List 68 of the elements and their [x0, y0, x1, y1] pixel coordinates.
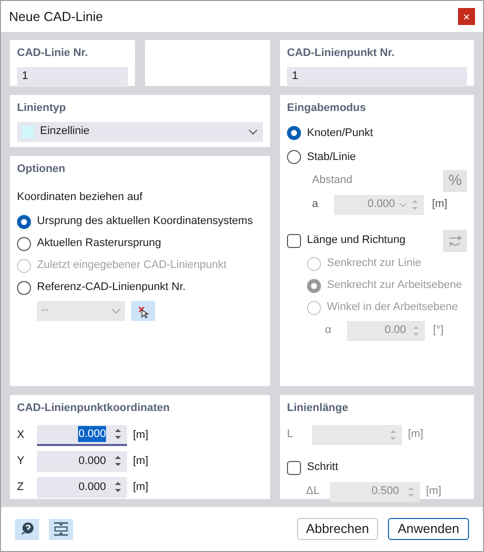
radio-label: Senkrecht zur Arbeitsebene — [327, 278, 462, 294]
split-icon — [53, 521, 69, 537]
pick-point-button[interactable] — [131, 300, 155, 320]
chevron-down-icon — [248, 128, 258, 134]
variable-label: α — [325, 323, 332, 338]
number-field[interactable]: 1 — [17, 66, 128, 86]
distance-label: Abstand — [312, 173, 352, 188]
panel-title: CAD-Linie Nr. — [17, 46, 89, 61]
unit-label: [m] — [133, 480, 148, 495]
unit-label: [m] — [432, 197, 448, 212]
help-button[interactable] — [15, 518, 39, 540]
spin-arrows-icon[interactable] — [114, 480, 122, 494]
chevron-down-icon — [399, 202, 407, 208]
direction-button[interactable] — [443, 230, 467, 252]
radio-label: Referenz-CAD-Linienpunkt Nr. — [37, 280, 186, 296]
axis-label: Y — [17, 454, 26, 469]
radio-label: Aktuellen Rasterursprung — [37, 236, 162, 252]
coordinate-field[interactable]: 0.000 — [37, 424, 127, 446]
checkbox-label: Schritt — [307, 460, 338, 476]
chevron-down-icon — [111, 308, 121, 314]
unit-label: [m] — [133, 454, 148, 469]
coordinate-field[interactable]: 0.000 — [37, 476, 127, 498]
panel-title: CAD-Linienpunktkoordinaten — [17, 401, 171, 416]
variable-label: a — [312, 197, 320, 212]
window-title: Neue CAD-Linie — [9, 8, 103, 26]
axis-label: X — [17, 428, 26, 443]
unit-label: [m] — [133, 428, 148, 443]
panel-title: Eingabemodus — [287, 101, 367, 116]
radio-label: Stab/Linie — [307, 150, 356, 165]
spin-arrows-icon[interactable] — [114, 454, 122, 468]
checkbox[interactable] — [287, 460, 301, 474]
radio-label: Winkel in der Arbeitsebene — [327, 300, 458, 316]
dialog-button[interactable]: Abbrechen — [297, 518, 378, 540]
radio-button[interactable] — [17, 280, 31, 294]
cursor-cross-icon — [136, 304, 150, 318]
radio-label: Knoten/Punkt — [307, 126, 374, 141]
radio-button[interactable] — [287, 150, 301, 164]
coordinate-field[interactable]: 0.000 — [37, 450, 127, 472]
unit-label: [m] — [408, 427, 424, 442]
panel-title: Optionen — [17, 162, 66, 176]
dialog-button[interactable]: Anwenden — [388, 518, 469, 540]
radio-button[interactable] — [307, 278, 321, 292]
line-type-dropdown[interactable]: Einzellinie — [17, 122, 263, 142]
radio-label: Senkrecht zur Linie — [327, 256, 422, 272]
number-field[interactable]: 1 — [287, 66, 467, 86]
radio-button[interactable] — [17, 236, 31, 250]
help-icon — [20, 522, 34, 536]
radio-label: Zuletzt eingegebener CAD-Linienpunkt — [37, 258, 227, 274]
panel-title: CAD-Linienpunkt Nr. — [287, 46, 396, 61]
unit-label: [°] — [433, 323, 444, 338]
panel-title: Linientyp — [17, 101, 67, 116]
close-button[interactable]: × — [458, 8, 475, 25]
length-field[interactable] — [312, 424, 402, 444]
panel-title: Linienlänge — [287, 401, 350, 416]
axis-label: Z — [17, 480, 25, 495]
checkbox[interactable] — [287, 234, 301, 248]
options-subtitle: Koordinaten beziehen auf — [17, 190, 144, 205]
variable-label: ΔL — [306, 484, 320, 500]
checkbox-label: Länge und Richtung — [307, 233, 406, 248]
color-swatch-icon — [22, 126, 34, 138]
variable-label: L — [287, 427, 294, 442]
radio-label: Ursprung des aktuellen Koordinatensystems — [37, 214, 253, 230]
unit-label: [m] — [426, 484, 442, 500]
radio-button[interactable] — [17, 214, 31, 228]
spin-arrows-icon[interactable] — [114, 427, 122, 441]
arrows-icon — [447, 234, 463, 248]
layout-button[interactable] — [49, 518, 73, 540]
radio-button[interactable] — [287, 126, 301, 140]
